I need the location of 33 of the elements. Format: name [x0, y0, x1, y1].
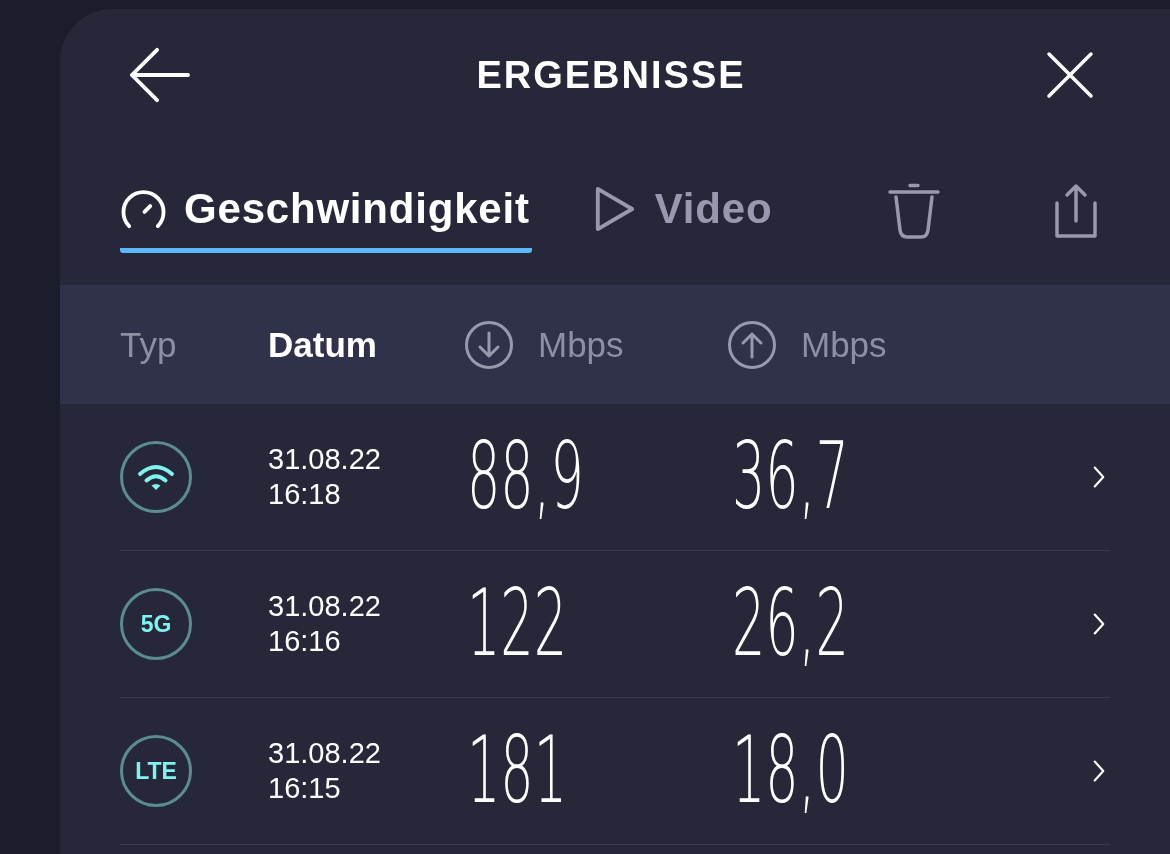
network-type-badge: LTE — [120, 735, 192, 807]
close-icon[interactable] — [1046, 51, 1094, 99]
network-type-badge: 5G — [120, 588, 192, 660]
time-text: 16:15 — [268, 771, 341, 806]
column-header[interactable]: Datum — [268, 324, 377, 365]
column-header[interactable]: Mbps — [801, 324, 887, 365]
trash-icon[interactable] — [888, 183, 940, 239]
window-title: ERGEBNISSE — [476, 53, 746, 98]
date-text: 31.08.22 — [268, 736, 381, 771]
column-header[interactable]: Mbps — [538, 324, 624, 365]
upload-speed: 26,2 — [732, 578, 849, 670]
download-speed: 181 — [467, 725, 568, 817]
download-speed: 122 — [467, 578, 568, 670]
wifi-icon — [120, 441, 192, 513]
chevron-right-icon[interactable] — [1093, 612, 1105, 636]
tab[interactable]: Video — [593, 183, 775, 253]
play-icon — [593, 185, 636, 233]
gauge-icon — [120, 188, 167, 230]
arrow-down-circle-icon — [465, 320, 513, 369]
arrow-up-circle-icon — [728, 320, 776, 369]
upload-speed: 36,7 — [732, 431, 849, 523]
arrow-left-icon[interactable] — [128, 46, 190, 104]
tab[interactable]: Geschwindigkeit — [120, 183, 532, 253]
column-header[interactable]: Typ — [120, 324, 177, 365]
upload-speed: 18,0 — [732, 725, 849, 817]
date-text: 31.08.22 — [268, 442, 381, 477]
time-text: 16:18 — [268, 477, 341, 512]
chevron-right-icon[interactable] — [1093, 465, 1105, 489]
share-icon[interactable] — [1054, 183, 1098, 239]
chevron-right-icon[interactable] — [1093, 759, 1105, 783]
date-text: 31.08.22 — [268, 589, 381, 624]
download-speed: 88,9 — [467, 431, 584, 523]
time-text: 16:16 — [268, 624, 341, 659]
